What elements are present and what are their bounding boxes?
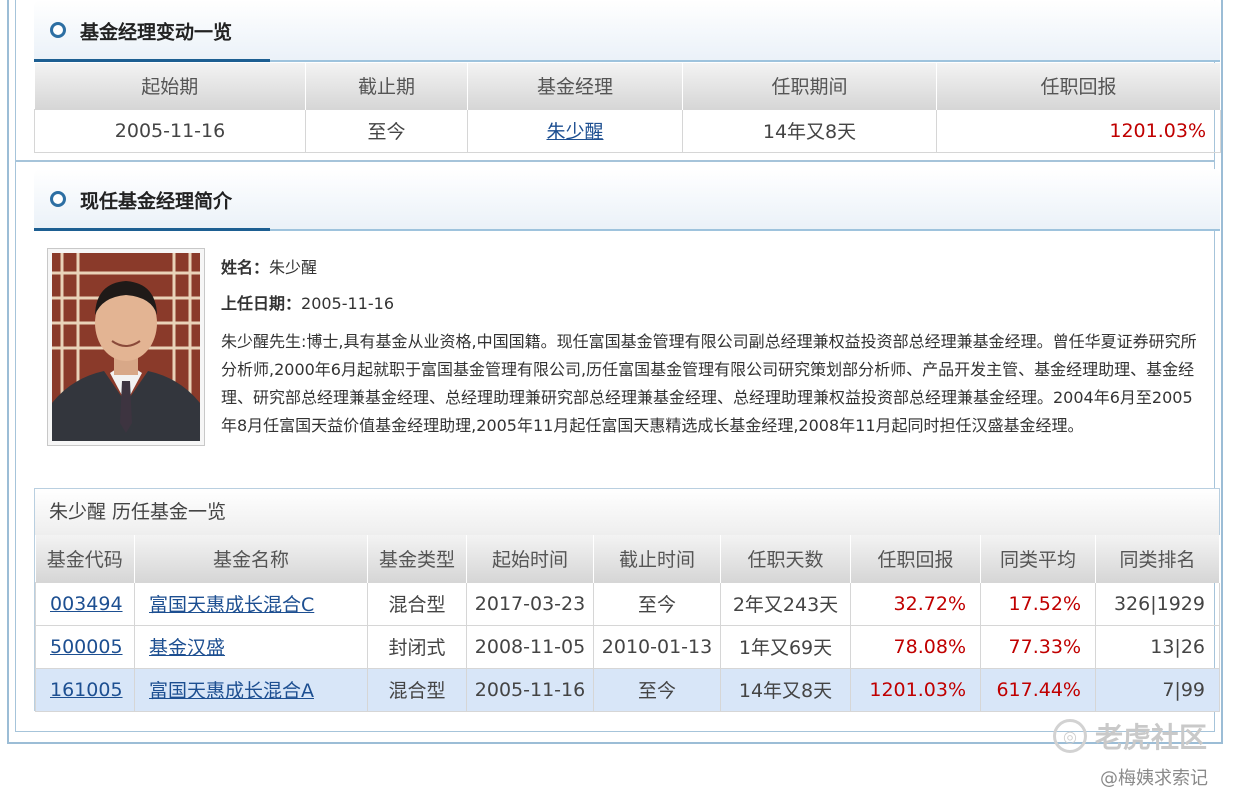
column-header: 截止期 [305,63,468,109]
watermark-author: @梅姨求索记 [1100,768,1208,789]
fund-history-title: 朱少醒 历任基金一览 [35,489,1219,535]
end-date: 至今 [305,108,468,153]
section-header-current-manager: 现任基金经理简介 [34,169,1220,231]
fund-name-link[interactable]: 富国天惠成长混合C [149,594,314,616]
column-header: 起始时间 [466,535,594,582]
tiger-logo-icon: ◎ [1053,719,1087,753]
fund-code-link[interactable]: 500005 [50,636,123,658]
column-header: 基金经理 [467,63,683,109]
column-header: 任职回报 [850,535,981,582]
column-header: 同类平均 [980,535,1096,582]
section-header-manager-changes: 基金经理变动一览 [34,0,1220,62]
fund-type: 混合型 [367,667,467,712]
fund-type: 封闭式 [367,624,467,669]
fund-code-link[interactable]: 161005 [50,679,123,701]
manager-portrait-image [52,253,200,441]
fund-name-link[interactable]: 富国天惠成长混合A [149,680,314,702]
column-header: 截止时间 [593,535,721,582]
name-label: 姓名： [221,258,270,277]
start-time: 2008-11-05 [466,624,594,669]
panel-inner-frame: 基金经理变动一览 起始期 截止期 基金经理 任职期间 任职回报 2005-11-… [15,0,1221,732]
column-header: 任职回报 [936,63,1221,109]
fund-manager-panel: 基金经理变动一览 起始期 截止期 基金经理 任职期间 任职回报 2005-11-… [7,0,1223,744]
peer-average: 77.33% [980,624,1096,669]
start-time: 2017-03-23 [466,581,594,626]
fund-type: 混合型 [367,581,467,626]
end-time: 2010-01-13 [593,624,721,669]
watermark-brand-text: 老虎社区 [1095,721,1208,754]
peer-average: 17.52% [980,581,1096,626]
table-row-highlighted: 161005 富国天惠成长混合A 混合型 2005-11-16 至今 14年又8… [35,667,1220,712]
circle-bullet-icon [50,191,66,207]
watermark-brand: ◎ 老虎社区 [1053,715,1238,757]
tenure-days: 2年又243天 [720,581,851,626]
column-header: 同类排名 [1095,535,1220,582]
table-row: 500005 基金汉盛 封闭式 2008-11-05 2010-01-13 1年… [35,624,1220,669]
column-header: 基金类型 [367,535,467,582]
tenure-duration: 14年又8天 [682,108,937,153]
column-header: 任职期间 [682,63,937,109]
table-row: 2005-11-16 至今 朱少醒 14年又8天 1201.03% [34,108,1221,153]
peer-rank: 7|99 [1095,667,1220,712]
column-header: 基金名称 [134,535,368,582]
end-time: 至今 [593,581,721,626]
start-date-label: 上任日期： [221,294,302,313]
section-divider [16,160,1214,162]
fund-history-box: 朱少醒 历任基金一览 基金代码 基金名称 基金类型 起始时间 截止时间 任职天数… [34,488,1220,712]
start-time: 2005-11-16 [466,667,594,712]
manager-bio: 姓名：朱少醒 上任日期：2005-11-16 朱少醒先生:博士,具有基金从业资格… [221,256,1206,440]
peer-rank: 13|26 [1095,624,1220,669]
section-title: 基金经理变动一览 [80,21,233,44]
manager-name: 朱少醒 [269,258,318,277]
peer-average: 617.44% [980,667,1096,712]
table-row: 003494 富国天惠成长混合C 混合型 2017-03-23 至今 2年又24… [35,581,1220,626]
section-title: 现任基金经理简介 [80,190,233,213]
fund-code-link[interactable]: 003494 [50,593,123,615]
tenure-return: 1201.03% [850,667,981,712]
fund-name-link[interactable]: 基金汉盛 [149,637,225,659]
tenure-days: 14年又8天 [720,667,851,712]
column-header: 起始期 [34,63,306,109]
manager-change-table: 起始期 截止期 基金经理 任职期间 任职回报 2005-11-16 至今 朱少醒… [34,63,1221,153]
column-header: 基金代码 [35,535,135,582]
end-time: 至今 [593,667,721,712]
tenure-return: 78.08% [850,624,981,669]
start-date: 2005-11-16 [34,108,306,153]
tenure-return: 32.72% [850,581,981,626]
peer-rank: 326|1929 [1095,581,1220,626]
tenure-days: 1年又69天 [720,624,851,669]
manager-start-date: 2005-11-16 [301,294,394,313]
circle-bullet-icon [50,22,66,38]
fund-history-table: 基金代码 基金名称 基金类型 起始时间 截止时间 任职天数 任职回报 同类平均 … [35,535,1220,712]
tenure-return: 1201.03% [936,108,1221,153]
column-header: 任职天数 [720,535,851,582]
manager-photo [47,248,205,446]
bio-text: 朱少醒先生:博士,具有基金从业资格,中国国籍。现任富国基金管理有限公司副总经理兼… [221,332,1197,435]
manager-name-link[interactable]: 朱少醒 [546,121,603,143]
